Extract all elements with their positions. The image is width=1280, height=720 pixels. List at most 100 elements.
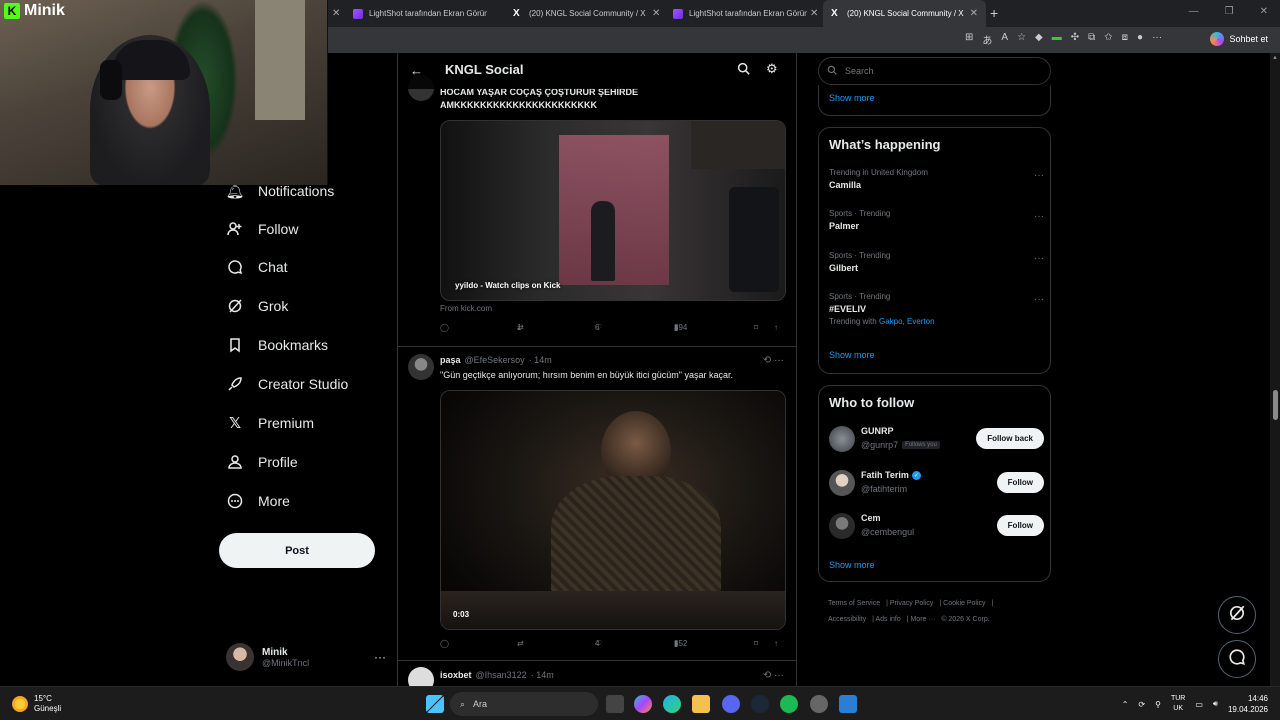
- close-tab-icon[interactable]: ✕: [970, 8, 978, 19]
- close-window-icon[interactable]: ✕: [1260, 6, 1268, 17]
- favorites-icon[interactable]: ✩: [1104, 32, 1112, 47]
- maximize-icon[interactable]: ❐: [1225, 6, 1234, 17]
- more-dots-icon[interactable]: ···: [374, 650, 386, 664]
- back-arrow-icon[interactable]: ←: [410, 63, 423, 78]
- new-tab-icon[interactable]: +: [990, 5, 998, 21]
- menu-dots-icon[interactable]: ···: [1152, 32, 1162, 47]
- photos-icon[interactable]: [839, 695, 857, 713]
- follow-suggestion[interactable]: Cem @cembengul Follow: [829, 511, 1044, 541]
- scrollbar-thumb[interactable]: [1273, 390, 1278, 420]
- nav-item-follow[interactable]: Follow: [226, 220, 298, 238]
- follow-suggestion[interactable]: GUNRP @gunrp7 Follows you Follow back: [829, 424, 1044, 454]
- footer-link[interactable]: Cookie Policy: [943, 600, 985, 607]
- more-dots-icon[interactable]: ···: [1034, 170, 1044, 181]
- close-tab-icon[interactable]: ✕: [810, 8, 818, 19]
- favorite-star-icon[interactable]: ☆: [1017, 32, 1026, 47]
- tweet-author[interactable]: isoxbet @Ihsan3122 · 14m: [440, 670, 554, 680]
- footer-link[interactable]: Privacy Policy: [890, 600, 934, 607]
- post-button[interactable]: Post: [219, 533, 375, 568]
- grok-fab-button[interactable]: [1218, 596, 1256, 634]
- steam-icon[interactable]: [751, 695, 769, 713]
- trend-meta: Sports · Trending: [829, 292, 891, 301]
- close-tab-icon[interactable]: ✕: [332, 8, 340, 19]
- close-tab-icon[interactable]: ✕: [652, 8, 660, 19]
- avatar[interactable]: [408, 667, 434, 686]
- trend-item[interactable]: Sports · Trending Gilbert ···: [829, 251, 1044, 273]
- clock[interactable]: 14:46 19.04.2026: [1228, 693, 1268, 715]
- more-dots-icon[interactable]: ···: [1034, 294, 1044, 305]
- search-input[interactable]: [843, 65, 1023, 77]
- messages-fab-button[interactable]: [1218, 640, 1256, 678]
- extension-icon[interactable]: ◆: [1035, 32, 1043, 47]
- nav-item-premium[interactable]: 𝕏 Premium: [226, 414, 314, 432]
- tweet-video[interactable]: 0:03: [440, 390, 786, 630]
- obs-icon[interactable]: [810, 695, 828, 713]
- show-more-link[interactable]: Show more: [829, 560, 875, 570]
- footer-link[interactable]: Ads info: [875, 616, 900, 623]
- account-switcher[interactable]: Minik @MinikTncl ···: [226, 642, 386, 672]
- trend-item[interactable]: Sports · Trending Palmer ···: [829, 209, 1044, 231]
- chevron-up-icon[interactable]: ⌃: [1122, 700, 1129, 709]
- nav-item-chat[interactable]: Chat: [226, 258, 288, 276]
- show-more-link[interactable]: Show more: [829, 93, 875, 103]
- task-view-icon[interactable]: [606, 695, 624, 713]
- nav-item-more[interactable]: More: [226, 492, 290, 510]
- read-aloud-icon[interactable]: A: [1001, 32, 1008, 47]
- location-pin-icon[interactable]: ⚲: [1155, 700, 1161, 709]
- browser-tab-active[interactable]: X (20) KNGL Social Community / X ✕: [823, 0, 986, 27]
- footer-link[interactable]: Accessibility: [828, 616, 866, 623]
- nav-item-profile[interactable]: Profile: [226, 453, 298, 471]
- scroll-up-icon[interactable]: ▲: [1272, 55, 1278, 61]
- language-indicator[interactable]: TUR UK: [1171, 694, 1185, 714]
- more-dots-icon[interactable]: ···: [1034, 253, 1044, 264]
- follow-back-button[interactable]: Follow back: [976, 428, 1044, 449]
- search-icon[interactable]: [737, 62, 750, 78]
- taskbar-search[interactable]: ⌕ Ara: [450, 692, 598, 716]
- browser-tab[interactable]: LightShot tarafından Ekran Görünt: [345, 0, 505, 27]
- monitor-icon[interactable]: ▭: [1195, 700, 1203, 709]
- browser-tab[interactable]: LightShot tarafından Ekran Görünt: [665, 0, 825, 27]
- discord-icon[interactable]: [722, 695, 740, 713]
- network-share-icon[interactable]: ⟳: [1138, 700, 1145, 709]
- trend-related-links[interactable]: Gakpo, Everton: [879, 317, 935, 326]
- nav-item-creator-studio[interactable]: Creator Studio: [226, 375, 348, 393]
- browser-tab[interactable]: X (20) KNGL Social Community / X: [505, 0, 665, 27]
- edge-icon[interactable]: [663, 695, 681, 713]
- footer-link[interactable]: More ···: [910, 616, 935, 623]
- footer-link[interactable]: Terms of Service: [828, 600, 880, 607]
- follow-button[interactable]: Follow: [996, 515, 1044, 536]
- tweet-media[interactable]: yyildo - Watch clips on Kick: [440, 120, 786, 301]
- trend-item[interactable]: Trending in United Kingdom Camilla ···: [829, 168, 1044, 190]
- more-dots-icon[interactable]: ⟲ ···: [763, 355, 784, 366]
- windows-start-icon[interactable]: [426, 695, 444, 713]
- battery-icon[interactable]: ▬: [1052, 32, 1062, 47]
- copilot-icon[interactable]: [634, 695, 652, 713]
- speaker-icon[interactable]: 🔊︎: [1213, 699, 1218, 709]
- file-explorer-icon[interactable]: [692, 695, 710, 713]
- copilot-button[interactable]: Sohbet et: [1210, 32, 1268, 46]
- more-dots-icon[interactable]: ⟲ ···: [763, 670, 784, 681]
- minimize-icon[interactable]: —: [1189, 6, 1199, 17]
- apps-icon[interactable]: ⊞: [965, 32, 973, 47]
- puzzle-icon[interactable]: ✣: [1071, 32, 1079, 47]
- search-box[interactable]: [818, 57, 1051, 85]
- follow-button[interactable]: Follow: [996, 472, 1044, 493]
- link-source[interactable]: From kick.com: [440, 304, 492, 313]
- gear-icon[interactable]: ⚙: [766, 61, 778, 77]
- weather-widget[interactable]: 15°C Güneşli: [12, 694, 61, 714]
- tweet-author[interactable]: paşa @EfeSekersoy · 14m: [440, 355, 552, 365]
- show-more-link[interactable]: Show more: [829, 350, 875, 360]
- split-screen-icon[interactable]: ⧉: [1088, 32, 1095, 47]
- collections-icon[interactable]: ⧈: [1122, 32, 1128, 47]
- follow-suggestion[interactable]: Fatih Terim ✓ @fatihterim Follow: [829, 468, 1044, 498]
- more-dots-icon[interactable]: ···: [1034, 211, 1044, 222]
- translate-icon[interactable]: あ: [982, 32, 992, 47]
- address-field[interactable]: [330, 29, 950, 51]
- nav-item-bookmarks[interactable]: Bookmarks: [226, 336, 328, 354]
- profile-icon[interactable]: ●: [1137, 32, 1143, 47]
- nav-item-grok[interactable]: Grok: [226, 297, 288, 315]
- trend-item[interactable]: Sports · Trending #EVELIV Trending with …: [829, 292, 1044, 326]
- spotify-icon[interactable]: [780, 695, 798, 713]
- avatar[interactable]: [408, 354, 434, 380]
- page-scrollbar[interactable]: ▲: [1270, 53, 1280, 686]
